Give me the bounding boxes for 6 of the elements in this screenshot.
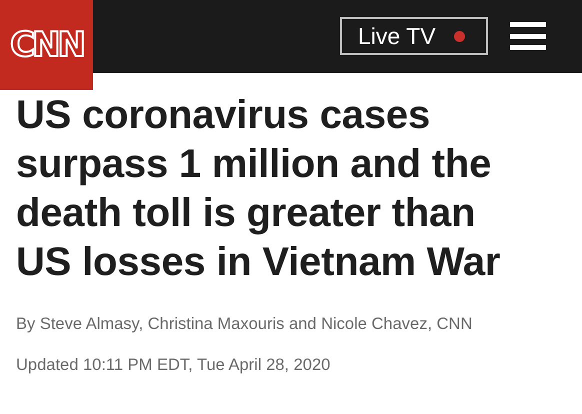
live-tv-button[interactable]: Live TV <box>340 17 488 55</box>
byline: By Steve Almasy, Christina Maxouris and Nicole Chavez, CNN <box>16 315 474 334</box>
logo[interactable]: CNN <box>0 0 93 90</box>
menu-icon[interactable] <box>510 22 546 50</box>
updated-time: Updated 10:11 PM EDT, Tue April 28, 2020 <box>16 356 332 375</box>
headline: US coronavirus cases surpass 1 million and the death toll is greater than US losses in Vietnam War <box>16 92 502 286</box>
